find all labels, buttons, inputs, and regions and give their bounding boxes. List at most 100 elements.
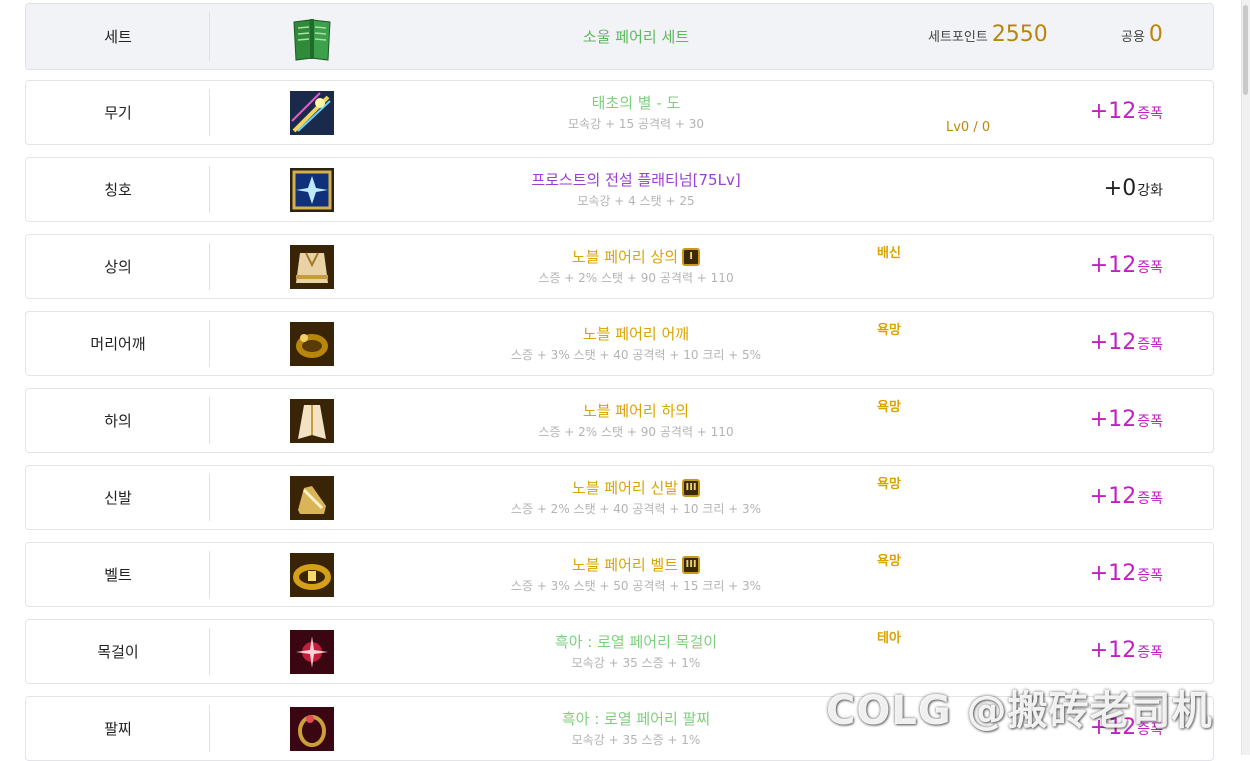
item-info: 노블 페어리 신발 III 스증 + 2% 스탯 + 40 공격력 + 10 크리… [446, 466, 826, 529]
item-stats: 스증 + 2% 스탯 + 90 공격력 + 110 [538, 270, 734, 285]
grade-badge: I [682, 247, 701, 266]
item-name[interactable]: 노블 페어리 어깨 [583, 324, 689, 344]
item-name[interactable]: 노블 페어리 상의 I [571, 247, 701, 267]
item-tag: 배신 [877, 246, 901, 261]
set-row[interactable]: 세트 소울 페어리 세트 세트포인트 2550 공용 0 [25, 3, 1214, 70]
reinforce-unit: 증폭 [1137, 106, 1163, 122]
equipment-row[interactable]: 머리어깨 노블 페어리 어깨 스증 + 3% 스탯 + 40 공격력 + 10 … [25, 311, 1214, 376]
item-name-text: 노블 페어리 벨트 [571, 555, 679, 574]
star-sword-icon[interactable] [290, 91, 334, 135]
set-point-label: 세트포인트 [928, 30, 988, 45]
item-info: 프로스트의 전설 플래티넘[75Lv] 모속강 + 4 스탯 + 25 [446, 158, 826, 221]
common-label: 공용 [1121, 30, 1145, 45]
reinforce-number: +12 [1089, 253, 1137, 278]
equipment-row[interactable]: 신발 노블 페어리 신발 III 스증 + 2% 스탯 + 40 공격력 + 10… [25, 465, 1214, 530]
noble-shoulder-icon[interactable] [290, 322, 334, 366]
noble-belt-icon[interactable] [290, 553, 334, 597]
set-point-value: 2550 [991, 22, 1048, 47]
item-stats: 스증 + 3% 스탯 + 40 공격력 + 10 크리 + 5% [510, 347, 762, 362]
slot-label: 무기 [104, 104, 132, 122]
item-name[interactable]: 흑아 : 로열 페어리 목걸이 [555, 632, 717, 652]
slot-label: 신발 [104, 489, 132, 507]
reinforce-value: +12 증폭 [1090, 484, 1163, 514]
reinforce-number: +12 [1089, 99, 1137, 124]
reinforce-value: +12 증폭 [1090, 253, 1163, 283]
item-tag: 욕망 [877, 554, 901, 569]
item-info: 태초의 별 - 도 모속강 + 15 공격력 + 30 [446, 81, 826, 144]
equipment-row[interactable]: 하의 노블 페어리 하의 스증 + 2% 스탯 + 90 공격력 + 110 욕… [25, 388, 1214, 453]
divider [209, 474, 210, 521]
slot-label: 세트 [104, 28, 132, 46]
frost-title-icon[interactable] [290, 168, 334, 212]
slot-label: 하의 [104, 412, 132, 430]
noble-shoes-icon[interactable] [290, 476, 334, 520]
item-name[interactable]: 프로스트의 전설 플래티넘[75Lv] [531, 170, 740, 190]
reinforce-number: +12 [1089, 561, 1137, 586]
royal-necklace-icon[interactable] [290, 630, 334, 674]
item-name-text: 프로스트의 전설 플래티넘[75Lv] [531, 170, 741, 189]
item-name[interactable]: 노블 페어리 하의 [583, 401, 689, 421]
reinforce-unit: 증폭 [1137, 568, 1163, 584]
reinforce-unit: 증폭 [1137, 337, 1163, 353]
common-point: 공용 0 [1121, 22, 1163, 47]
item-tag: 욕망 [877, 400, 901, 415]
item-name[interactable]: 노블 페어리 신발 III [571, 478, 701, 498]
item-stats: 스증 + 2% 스탯 + 90 공격력 + 110 [538, 424, 734, 439]
item-name[interactable]: 흑아 : 로열 페어리 팔찌 [562, 709, 710, 729]
item-level: Lv0 / 0 [946, 120, 991, 135]
equipment-row[interactable]: 칭호 프로스트의 전설 플래티넘[75Lv] 모속강 + 4 스탯 + 25 +… [25, 157, 1214, 222]
reinforce-value: +12 증폭 [1090, 330, 1163, 360]
item-info: 노블 페어리 하의 스증 + 2% 스탯 + 90 공격력 + 110 [446, 389, 826, 452]
reinforce-unit: 강화 [1137, 183, 1163, 199]
slot-label: 상의 [104, 258, 132, 276]
divider [209, 166, 210, 213]
set-name[interactable]: 소울 페어리 세트 [583, 27, 689, 47]
item-name[interactable]: 노블 페어리 벨트 III [571, 555, 701, 575]
item-tag: 욕망 [877, 323, 901, 338]
item-name-text: 노블 페어리 신발 [571, 478, 679, 497]
divider [209, 628, 210, 675]
item-name-text: 태초의 별 - 도 [591, 93, 681, 112]
equipment-row[interactable]: 목걸이 흑아 : 로열 페어리 목걸이 모속강 + 35 스증 + 1% 테아 … [25, 619, 1214, 684]
reinforce-number: +12 [1089, 330, 1137, 355]
reinforce-number: +12 [1089, 407, 1137, 432]
green-book-icon [288, 14, 336, 64]
common-value: 0 [1148, 22, 1163, 47]
royal-bracelet-icon[interactable] [290, 707, 334, 751]
reinforce-number: +0 [1103, 176, 1137, 201]
reinforce-number: +12 [1089, 638, 1137, 663]
slot-label: 칭호 [104, 181, 132, 199]
item-tag: 테아 [877, 631, 901, 646]
grade-badge: III [682, 555, 701, 574]
item-name-text: 노블 페어리 어깨 [582, 324, 690, 343]
reinforce-value: +12 증폭 [1090, 638, 1163, 668]
item-stats: 스증 + 3% 스탯 + 50 공격력 + 15 크리 + 3% [510, 578, 762, 593]
item-name-text: 흑아 : 로열 페어리 팔찌 [561, 709, 711, 728]
noble-bottom-icon[interactable] [290, 399, 334, 443]
scroll-thumb[interactable] [1243, 5, 1248, 95]
slot-label: 목걸이 [97, 643, 139, 661]
divider [209, 243, 210, 290]
scrollbar[interactable] [1241, 0, 1250, 755]
item-stats: 모속강 + 35 스증 + 1% [571, 732, 701, 747]
item-name[interactable]: 태초의 별 - 도 [592, 93, 681, 113]
item-stats: 모속강 + 35 스증 + 1% [571, 655, 701, 670]
reinforce-unit: 증폭 [1137, 414, 1163, 430]
equipment-row[interactable]: 상의 노블 페어리 상의 I 스증 + 2% 스탯 + 90 공격력 + 110 … [25, 234, 1214, 299]
divider [209, 397, 210, 444]
equipment-row[interactable]: 벨트 노블 페어리 벨트 III 스증 + 3% 스탯 + 50 공격력 + 15… [25, 542, 1214, 607]
item-stats: 모속강 + 4 스탯 + 25 [577, 193, 695, 208]
slot-label: 팔찌 [104, 720, 132, 738]
item-name-text: 노블 페어리 상의 [571, 247, 679, 266]
noble-top-icon[interactable] [290, 245, 334, 289]
item-info: 노블 페어리 어깨 스증 + 3% 스탯 + 40 공격력 + 10 크리 + … [446, 312, 826, 375]
item-stats: 스증 + 2% 스탯 + 40 공격력 + 10 크리 + 3% [510, 501, 762, 516]
item-info: 흑아 : 로열 페어리 목걸이 모속강 + 35 스증 + 1% [446, 620, 826, 683]
reinforce-value: +12 증폭 [1090, 561, 1163, 591]
reinforce-unit: 증폭 [1137, 491, 1163, 507]
set-point: 세트포인트 2550 [928, 22, 1048, 47]
item-tag: 욕망 [877, 477, 901, 492]
equipment-row[interactable]: 무기 태초의 별 - 도 모속강 + 15 공격력 + 30 Lv0 / 0 +… [25, 80, 1214, 145]
reinforce-unit: 증폭 [1137, 645, 1163, 661]
grade-badge: III [682, 478, 701, 497]
